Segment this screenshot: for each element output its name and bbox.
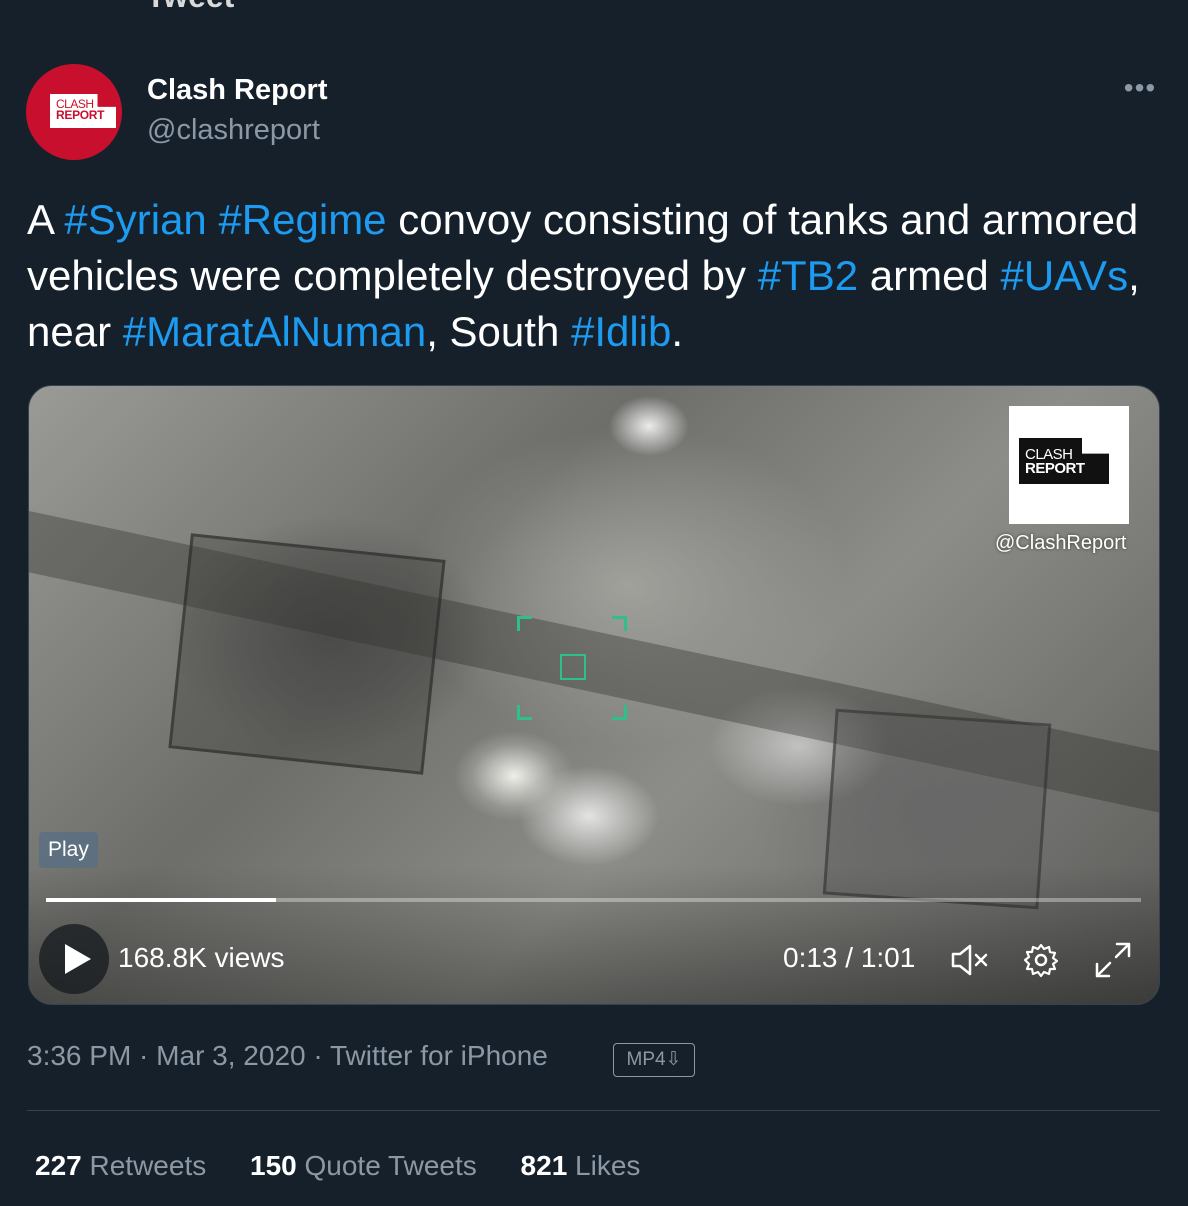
- tweet-text-segment: A: [27, 196, 65, 243]
- tweet-source[interactable]: Twitter for iPhone: [330, 1040, 548, 1071]
- gear-icon[interactable]: [1019, 938, 1063, 982]
- video-frame-field: [168, 533, 446, 775]
- fullscreen-icon[interactable]: [1091, 938, 1135, 982]
- video-progress-bar[interactable]: [46, 898, 1141, 902]
- header-title-fragment: Tweet: [146, 0, 234, 15]
- hashtag-link[interactable]: #MaratAlNuman: [123, 308, 426, 355]
- video-progress-fill: [46, 898, 276, 902]
- tweet-text-segment: .: [671, 308, 684, 355]
- likes-stat[interactable]: 821 Likes: [521, 1150, 641, 1181]
- author-display-name[interactable]: Clash Report: [147, 74, 327, 107]
- retweets-label: Retweets: [89, 1150, 207, 1181]
- avatar-logo-text: CLASH REPORT: [56, 98, 105, 122]
- author-handle[interactable]: @clashreport: [147, 114, 320, 147]
- more-options-button[interactable]: •••: [1122, 74, 1158, 102]
- retweets-count: 227: [35, 1150, 82, 1181]
- quote-tweets-stat[interactable]: 150 Quote Tweets: [250, 1150, 477, 1181]
- divider: [27, 1110, 1160, 1111]
- mute-icon[interactable]: [947, 938, 991, 982]
- hashtag-link[interactable]: #Idlib: [571, 308, 671, 355]
- tweet-text-segment: [207, 196, 219, 243]
- tweet-meta: 3:36 PM · Mar 3, 2020 · Twitter for iPho…: [27, 1040, 548, 1072]
- tweet-stats: 227 Retweets 150 Quote Tweets 821 Likes: [35, 1150, 676, 1182]
- tweet-text-segment: , South: [426, 308, 571, 355]
- hashtag-link[interactable]: #TB2: [758, 252, 858, 299]
- targeting-reticle-icon: [517, 616, 627, 720]
- hashtag-link[interactable]: #Regime: [218, 196, 386, 243]
- likes-label: Likes: [575, 1150, 641, 1181]
- tweet-text: A #Syrian #Regime convoy consisting of t…: [27, 192, 1167, 360]
- meta-separator: ·: [305, 1040, 330, 1071]
- hashtag-link[interactable]: #UAVs: [1000, 252, 1128, 299]
- quotes-count: 150: [250, 1150, 297, 1181]
- tweet-date[interactable]: Mar 3, 2020: [156, 1040, 305, 1071]
- tweet-text-segment: armed: [858, 252, 1001, 299]
- video-time: 0:13 / 1:01: [783, 942, 916, 973]
- watermark-line2: REPORT: [1025, 460, 1085, 477]
- play-button[interactable]: [39, 924, 109, 994]
- play-tooltip: Play: [39, 832, 98, 868]
- quotes-label: Quote Tweets: [304, 1150, 477, 1181]
- likes-count: 821: [520, 1150, 568, 1181]
- avatar-logo-line2: REPORT: [56, 108, 105, 122]
- tweet-time[interactable]: 3:36 PM: [27, 1040, 131, 1071]
- hashtag-link[interactable]: #Syrian: [64, 196, 206, 243]
- view-count: 168.8K views: [118, 942, 285, 973]
- video-watermark-handle: @ClashReport: [995, 532, 1127, 554]
- mp4-download-badge[interactable]: MP4⇩: [613, 1043, 695, 1077]
- retweets-stat[interactable]: 227 Retweets: [35, 1150, 206, 1181]
- video-watermark-logo: CLASH REPORT: [1009, 406, 1129, 524]
- video-player[interactable]: CLASH REPORT @ClashReport Play 168.8K vi…: [28, 385, 1160, 1005]
- meta-separator: ·: [131, 1040, 157, 1071]
- avatar[interactable]: CLASH REPORT: [26, 64, 122, 160]
- controls-overlay: [29, 866, 1159, 1004]
